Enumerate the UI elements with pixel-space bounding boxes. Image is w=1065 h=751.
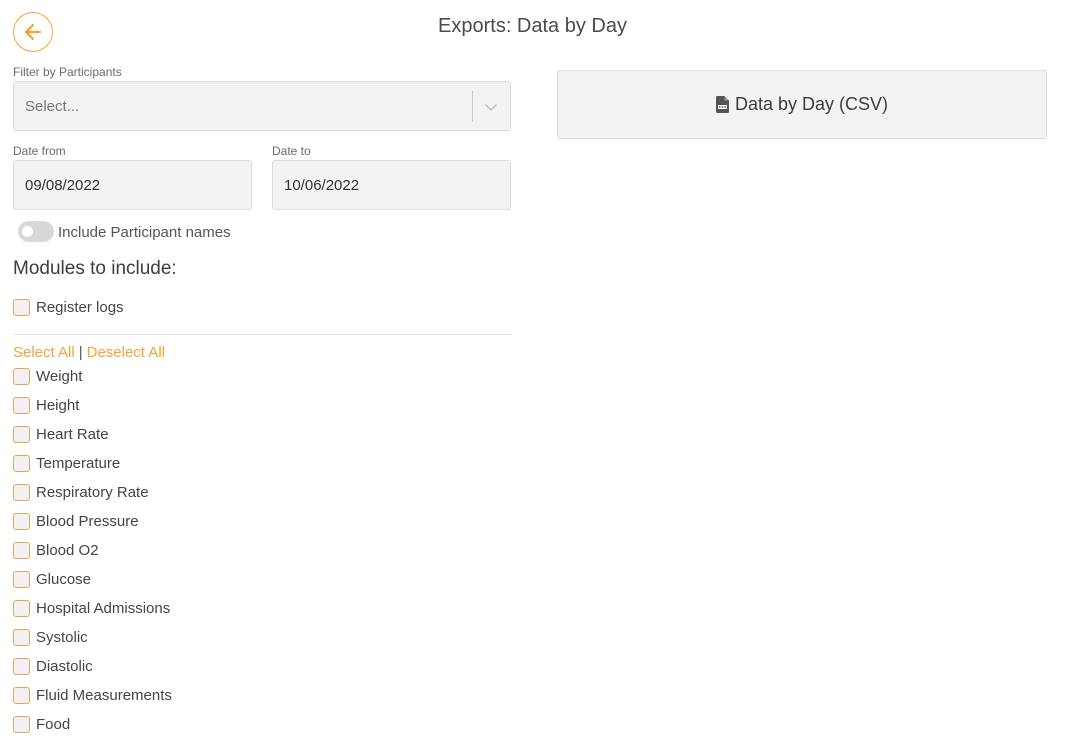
module-checkbox-systolic[interactable]: Systolic <box>13 627 88 647</box>
chevron-down-icon[interactable] <box>484 100 498 114</box>
deselect-all-link[interactable]: Deselect All <box>87 344 165 361</box>
checkbox[interactable] <box>13 512 30 530</box>
checkbox[interactable] <box>13 686 30 704</box>
checkbox[interactable] <box>13 541 30 559</box>
module-checkbox-hospital-admissions[interactable]: Hospital Admissions <box>13 598 170 618</box>
module-checkbox-respiratory-rate[interactable]: Respiratory Rate <box>13 482 149 502</box>
checkbox[interactable] <box>13 599 30 617</box>
select-all-link[interactable]: Select All <box>13 344 75 361</box>
module-checkbox-fluid-measurements[interactable]: Fluid Measurements <box>13 685 172 705</box>
include-names-label: Include Participant names <box>58 224 231 241</box>
checkbox-label: Heart Rate <box>36 425 109 443</box>
checkbox-label: Fluid Measurements <box>36 686 172 704</box>
participant-select-placeholder: Select... <box>25 98 80 115</box>
link-separator: | <box>78 344 83 361</box>
module-checkbox-glucose[interactable]: Glucose <box>13 569 91 589</box>
checkbox-label: Hospital Admissions <box>36 599 171 617</box>
date-from-label: Date from <box>13 144 66 158</box>
export-csv-button[interactable]: Data by Day (CSV) <box>557 70 1047 139</box>
select-links: Select All | Deselect All <box>13 344 165 361</box>
module-checkbox-height[interactable]: Height <box>13 395 79 415</box>
module-checkbox-food[interactable]: Food <box>13 714 70 734</box>
checkbox-label: Systolic <box>36 628 88 646</box>
modules-heading: Modules to include: <box>13 258 177 279</box>
checkbox-label: Register logs <box>36 298 124 316</box>
divider <box>13 334 512 335</box>
checkbox-label: Blood Pressure <box>36 512 139 530</box>
checkbox-label: Height <box>36 396 80 414</box>
participant-select[interactable]: Select... <box>13 81 511 131</box>
date-from-input[interactable]: 09/08/2022 <box>13 160 252 210</box>
checkbox[interactable] <box>13 425 30 443</box>
select-separator <box>472 91 473 122</box>
checkbox[interactable] <box>13 628 30 646</box>
checkbox-label: Respiratory Rate <box>36 483 149 501</box>
date-to-label: Date to <box>272 144 311 158</box>
page-title: Exports: Data by Day <box>438 15 627 37</box>
module-checkbox-diastolic[interactable]: Diastolic <box>13 656 93 676</box>
checkbox[interactable] <box>13 570 30 588</box>
checkbox[interactable] <box>13 483 30 501</box>
checkbox-label: Blood O2 <box>36 541 99 559</box>
checkbox-label: Temperature <box>36 454 121 472</box>
toggle-knob <box>22 226 33 237</box>
checkbox[interactable] <box>13 396 30 414</box>
module-checkbox-temperature[interactable]: Temperature <box>13 453 120 473</box>
module-checkbox-blood-pressure[interactable]: Blood Pressure <box>13 511 139 531</box>
checkbox[interactable] <box>13 298 30 316</box>
date-to-input[interactable]: 10/06/2022 <box>272 160 511 210</box>
checkbox[interactable] <box>13 454 30 472</box>
csv-file-icon <box>715 96 729 113</box>
export-csv-label: Data by Day (CSV) <box>734 94 889 114</box>
checkbox[interactable] <box>13 657 30 675</box>
checkbox-label: Diastolic <box>36 657 93 675</box>
checkbox[interactable] <box>13 367 30 385</box>
module-checkbox-heart-rate[interactable]: Heart Rate <box>13 424 109 444</box>
checkbox-label: Glucose <box>36 570 92 588</box>
checkbox[interactable] <box>13 715 30 733</box>
module-checkbox-weight[interactable]: Weight <box>13 366 82 386</box>
module-checkbox-register-logs[interactable]: Register logs <box>13 297 124 317</box>
checkbox-label: Food <box>36 715 71 733</box>
include-names-toggle[interactable] <box>18 221 54 242</box>
module-checkbox-blood-o2[interactable]: Blood O2 <box>13 540 99 560</box>
filter-label: Filter by Participants <box>13 65 122 79</box>
checkbox-label: Weight <box>36 367 83 385</box>
